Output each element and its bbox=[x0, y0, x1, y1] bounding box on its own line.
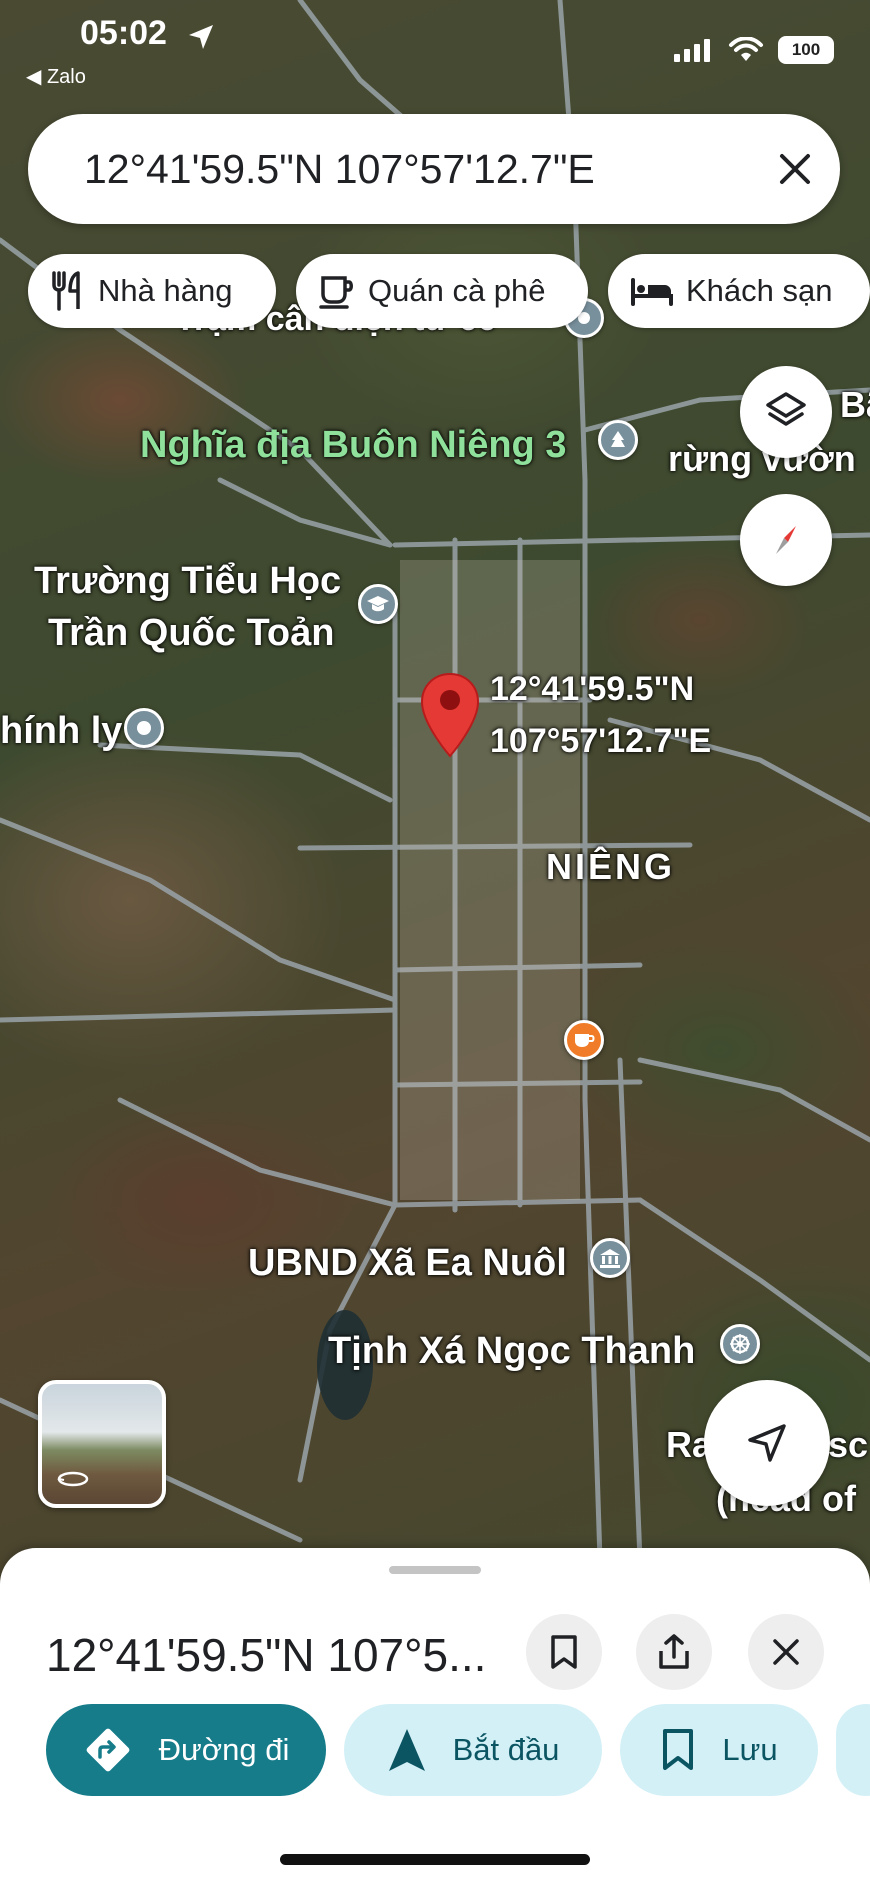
school-poi-icon[interactable] bbox=[358, 584, 398, 624]
status-right: 100 bbox=[674, 36, 834, 64]
chip-hotels-label: Khách sạn bbox=[686, 273, 833, 308]
start-button[interactable]: Bắt đầu bbox=[344, 1704, 602, 1796]
navigation-arrow-outline-icon bbox=[748, 1424, 786, 1462]
coffee-icon bbox=[319, 276, 353, 309]
my-location-button[interactable] bbox=[704, 1380, 830, 1506]
cellular-signal-icon bbox=[674, 39, 710, 62]
save-label: Lưu bbox=[722, 1732, 778, 1767]
restaurant-icon bbox=[52, 271, 80, 311]
wifi-icon bbox=[729, 37, 763, 61]
place-poi-left-icon[interactable] bbox=[124, 708, 164, 748]
save-icon-button[interactable] bbox=[526, 1614, 602, 1690]
pin-coordinate-lat: 12°41'59.5"N bbox=[490, 670, 695, 708]
chip-hotels[interactable]: Khách sạn bbox=[608, 254, 870, 328]
pin-coordinate-lng: 107°57'12.7"E bbox=[490, 722, 712, 760]
map-label-left-poi: hính ly bbox=[0, 710, 123, 752]
street-view-thumbnail[interactable] bbox=[38, 1380, 166, 1508]
map-label-cemetery: Nghĩa địa Buôn Niêng 3 bbox=[140, 424, 567, 466]
home-indicator[interactable] bbox=[280, 1854, 590, 1865]
search-input[interactable]: 12°41'59.5"N 107°57'12.7"E bbox=[84, 146, 750, 193]
map-label-school-line1: Trường Tiểu Học bbox=[34, 560, 342, 602]
government-poi-icon[interactable] bbox=[590, 1238, 630, 1278]
share-icon bbox=[659, 1634, 689, 1669]
compass-button[interactable] bbox=[740, 494, 832, 586]
map-label-temple: Tịnh Xá Ngọc Thanh bbox=[328, 1330, 696, 1372]
chip-coffee[interactable]: Quán cà phê bbox=[296, 254, 588, 328]
search-bar[interactable]: 12°41'59.5"N 107°57'12.7"E bbox=[28, 114, 840, 224]
battery-indicator: 100 bbox=[778, 36, 834, 64]
map-label-right-top-a: Bã bbox=[840, 384, 870, 425]
rotate-360-icon bbox=[56, 1469, 90, 1494]
map-label-school-line2: Trần Quốc Toản bbox=[48, 612, 335, 654]
start-label: Bắt đầu bbox=[452, 1732, 560, 1767]
back-to-app-link[interactable]: ◀ Zalo bbox=[26, 64, 86, 89]
chip-restaurants[interactable]: Nhà hàng bbox=[28, 254, 276, 328]
bookmark-icon bbox=[663, 1729, 694, 1770]
close-sheet-button[interactable] bbox=[748, 1614, 824, 1690]
hotel-icon bbox=[631, 278, 673, 306]
coffee-poi-icon[interactable] bbox=[564, 1020, 604, 1060]
location-arrow-icon bbox=[186, 22, 216, 57]
sheet-title: 12°41'59.5"N 107°5... bbox=[46, 1629, 487, 1681]
temple-poi-icon[interactable] bbox=[720, 1324, 760, 1364]
layers-button[interactable] bbox=[740, 366, 832, 458]
map-label-area: NIÊNG bbox=[546, 846, 676, 887]
close-icon bbox=[773, 1639, 799, 1665]
status-time: 05:02 bbox=[80, 14, 167, 52]
chip-coffee-label: Quán cà phê bbox=[368, 273, 546, 308]
close-icon bbox=[780, 154, 810, 184]
map-label-right-bottom-b: sc bbox=[828, 1424, 869, 1465]
cemetery-poi-icon[interactable] bbox=[598, 420, 638, 460]
chip-restaurants-label: Nhà hàng bbox=[98, 273, 233, 308]
share-button[interactable] bbox=[636, 1614, 712, 1690]
directions-icon bbox=[86, 1728, 130, 1772]
bookmark-outline-icon bbox=[551, 1635, 577, 1669]
sheet-drag-handle[interactable] bbox=[389, 1566, 481, 1574]
dropped-pin-icon[interactable] bbox=[420, 672, 480, 763]
clear-search-button[interactable] bbox=[750, 124, 840, 214]
map-label-ubnd: UBND Xã Ea Nuôl bbox=[248, 1242, 567, 1284]
save-button[interactable]: Lưu bbox=[620, 1704, 818, 1796]
navigation-arrow-icon bbox=[388, 1729, 425, 1771]
more-actions-partial[interactable] bbox=[836, 1704, 870, 1796]
compass-icon bbox=[776, 526, 796, 554]
directions-label: Đường đi bbox=[158, 1732, 290, 1767]
directions-button[interactable]: Đường đi bbox=[46, 1704, 326, 1796]
layers-icon bbox=[766, 392, 806, 426]
